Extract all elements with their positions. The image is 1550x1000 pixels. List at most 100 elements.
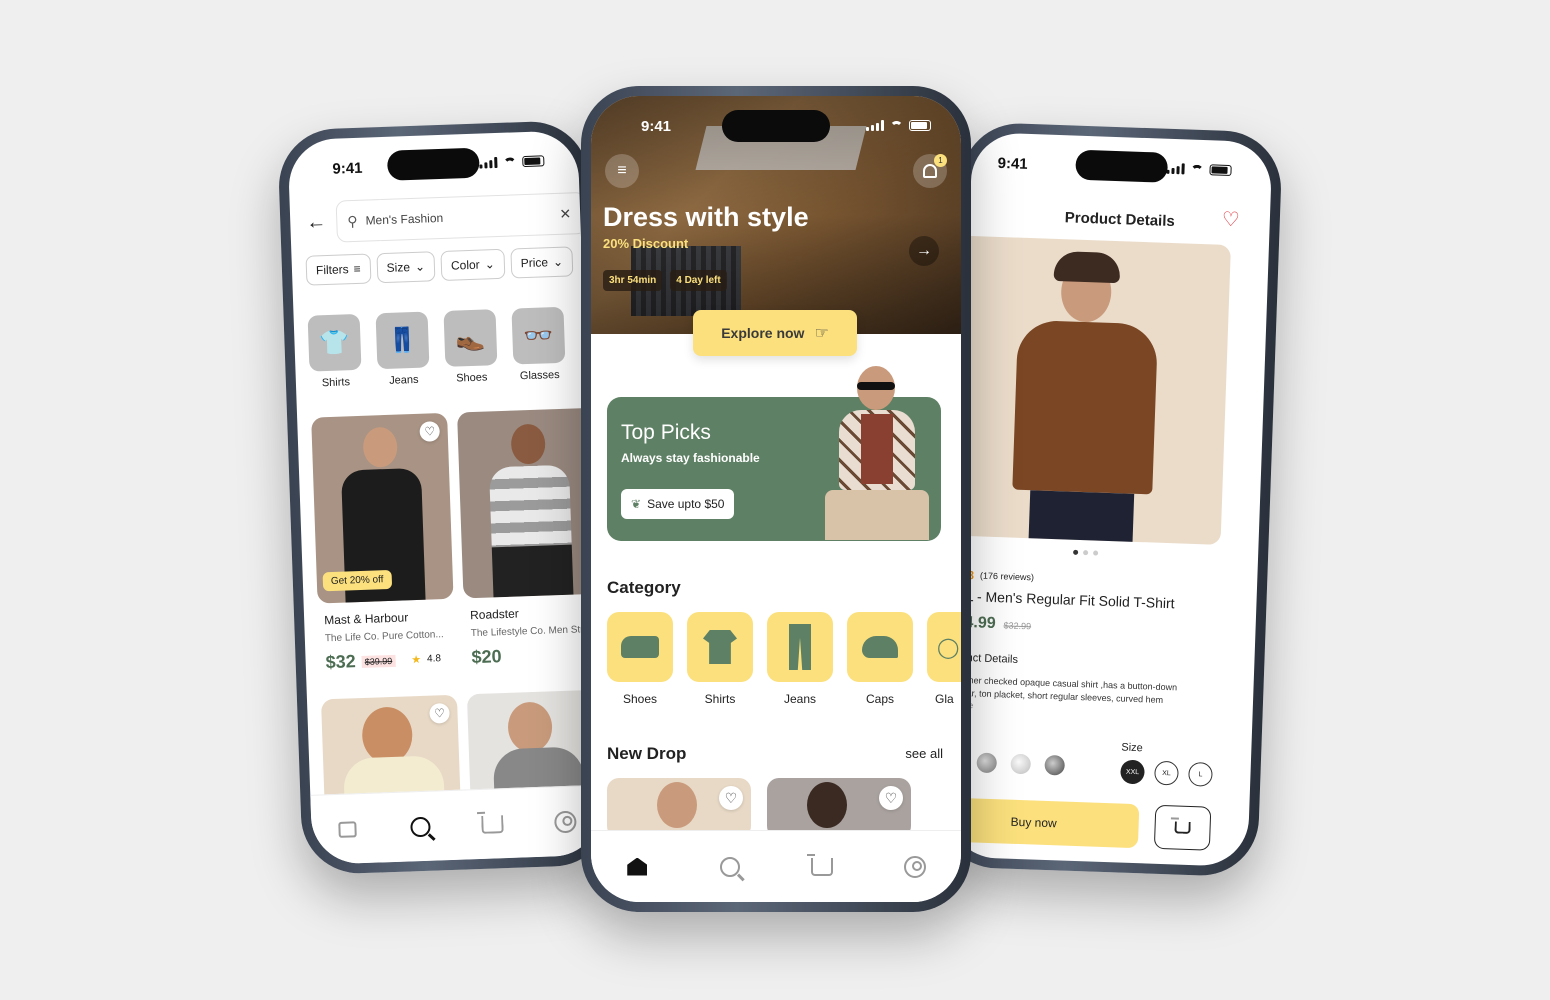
category-shirts[interactable]: Shirts [687, 612, 753, 706]
center-screen: 9:41 ≡ 1 Dress with style 20% Discount →… [591, 96, 961, 902]
tab-home[interactable] [620, 850, 654, 884]
tab-profile[interactable] [898, 850, 932, 884]
hero-next-button[interactable]: → [909, 236, 939, 266]
notification-button[interactable]: 1 [913, 154, 947, 188]
heart-icon[interactable]: ♡ [879, 786, 903, 810]
status-icons [479, 155, 545, 169]
carousel-dots [1073, 549, 1099, 556]
right-screen: 9:41 Product Details ♡ 4.8 (176 reviews)… [947, 131, 1273, 868]
heart-icon[interactable]: ♡ [419, 421, 441, 442]
dynamic-island [1075, 149, 1169, 183]
shoe-icon: 👞 [443, 309, 498, 367]
category-caps[interactable]: Caps [847, 612, 913, 706]
category-label: Shoes [622, 692, 658, 706]
details-text: e other checked opaque casual shirt ,has… [952, 674, 1178, 705]
search-bar[interactable]: ⚲ Men's Fashion ✕ [335, 191, 587, 243]
battery-icon [909, 120, 931, 131]
pointing-hand-icon: ☞ [814, 325, 829, 342]
category-shirts[interactable]: 👕 Shirts [307, 313, 363, 390]
product-hero-image [948, 235, 1231, 545]
bell-icon [923, 164, 937, 178]
product-old-price: $39.99 [361, 654, 396, 668]
signal-icon [479, 156, 498, 169]
dynamic-island [722, 110, 830, 142]
size-xxl[interactable]: XXL [1120, 759, 1145, 785]
color-swatch[interactable] [1044, 754, 1066, 776]
category-shoes[interactable]: 👞 Shoes [443, 309, 498, 385]
search-icon [719, 856, 740, 877]
clear-icon[interactable]: ✕ [559, 205, 571, 222]
see-all-link[interactable]: see all [905, 746, 943, 761]
product-card-1[interactable]: ♡ Get 20% off [311, 412, 454, 604]
chevron-down-icon: ⌄ [484, 257, 495, 272]
heart-icon[interactable]: ♡ [719, 786, 743, 810]
search-icon [409, 816, 431, 837]
dynamic-island [386, 147, 480, 181]
new-drop-card-1[interactable]: ♡ [607, 778, 751, 838]
back-arrow-icon[interactable]: ← [306, 211, 327, 235]
product-desc: The Life Co. Pure Cotton... [324, 629, 444, 645]
product-card-2[interactable] [457, 407, 600, 599]
product-1-info: Mast & Harbour The Life Co. Pure Cotton.… [324, 609, 456, 674]
tab-home[interactable] [330, 812, 365, 847]
price-chip[interactable]: Price ⌄ [510, 246, 574, 279]
menu-button[interactable]: ≡ [605, 154, 639, 188]
add-to-cart-button[interactable] [1153, 804, 1212, 851]
explore-now-button[interactable]: Explore now ☞ [693, 310, 857, 356]
status-icons [1166, 163, 1232, 177]
size-l[interactable]: L [1188, 761, 1213, 787]
timer-badge: 3hr 54min [603, 270, 663, 291]
notification-badge: 1 [934, 154, 947, 167]
category-glasses[interactable]: ◯ Gla [927, 612, 961, 706]
product-old-price: $32.99 [1003, 620, 1032, 632]
search-input[interactable]: Men's Fashion [365, 211, 443, 228]
buy-now-button[interactable]: Buy now [947, 796, 1140, 849]
timer-badges: 3hr 54min 4 Day left [603, 270, 727, 291]
filter-row: Filters ≡ Size ⌄ Color ⌄ Price ⌄ [305, 246, 574, 286]
arrow-right-icon: → [916, 242, 932, 259]
color-swatch[interactable] [976, 752, 998, 774]
new-drop-card-2[interactable]: ♡ [767, 778, 911, 838]
save-label: Save upto $50 [647, 497, 725, 511]
explore-now-label: Explore now [721, 325, 805, 341]
cart-icon [481, 814, 504, 834]
tab-cart[interactable] [805, 850, 839, 884]
color-swatch[interactable] [1010, 753, 1032, 775]
battery-icon [1209, 164, 1232, 177]
category-label: Jeans [783, 692, 817, 706]
size-chip[interactable]: Size ⌄ [376, 251, 436, 284]
tab-search[interactable] [403, 809, 438, 844]
tshirt-icon: 👕 [307, 313, 362, 372]
home-icon [338, 820, 358, 838]
wifi-icon [890, 120, 903, 131]
filters-chip[interactable]: Filters ≡ [305, 253, 372, 286]
status-time: 9:41 [997, 154, 1028, 173]
category-title: Category [607, 578, 681, 597]
category-jeans[interactable]: Jeans [767, 612, 833, 706]
category-jeans[interactable]: 👖 Jeans [375, 311, 431, 387]
discount-badge: Get 20% off [322, 569, 392, 592]
color-label: Color [450, 257, 480, 273]
wifi-icon [1190, 164, 1204, 175]
product-brand: Mast & Harbour [323, 610, 409, 628]
left-phone: 9:41 ← ⚲ Men's Fashion ✕ Filters ≡ Size ⌄ … [277, 119, 613, 876]
size-xl[interactable]: XL [1154, 760, 1179, 786]
cart-icon [807, 853, 834, 876]
tab-search[interactable] [713, 850, 747, 884]
save-button[interactable]: ❦ Save upto $50 [621, 489, 735, 519]
tab-cart[interactable] [475, 806, 510, 841]
hero-title: Dress with style [603, 202, 809, 232]
menu-icon: ≡ [617, 162, 627, 179]
heart-icon[interactable]: ♡ [429, 702, 450, 724]
price-label: Price [520, 255, 549, 271]
favorite-heart-icon[interactable]: ♡ [1221, 207, 1241, 233]
category-shoes[interactable]: Shoes [607, 612, 673, 706]
tab-bar [591, 830, 961, 902]
chevron-down-icon: ⌄ [552, 254, 564, 270]
battery-icon [522, 155, 545, 168]
tab-profile[interactable] [548, 804, 583, 839]
category-label: Jeans [388, 373, 419, 387]
color-chip[interactable]: Color ⌄ [440, 248, 506, 281]
category-glasses[interactable]: 👓 Glasses [511, 306, 566, 383]
category-label: Shirts [321, 376, 351, 390]
